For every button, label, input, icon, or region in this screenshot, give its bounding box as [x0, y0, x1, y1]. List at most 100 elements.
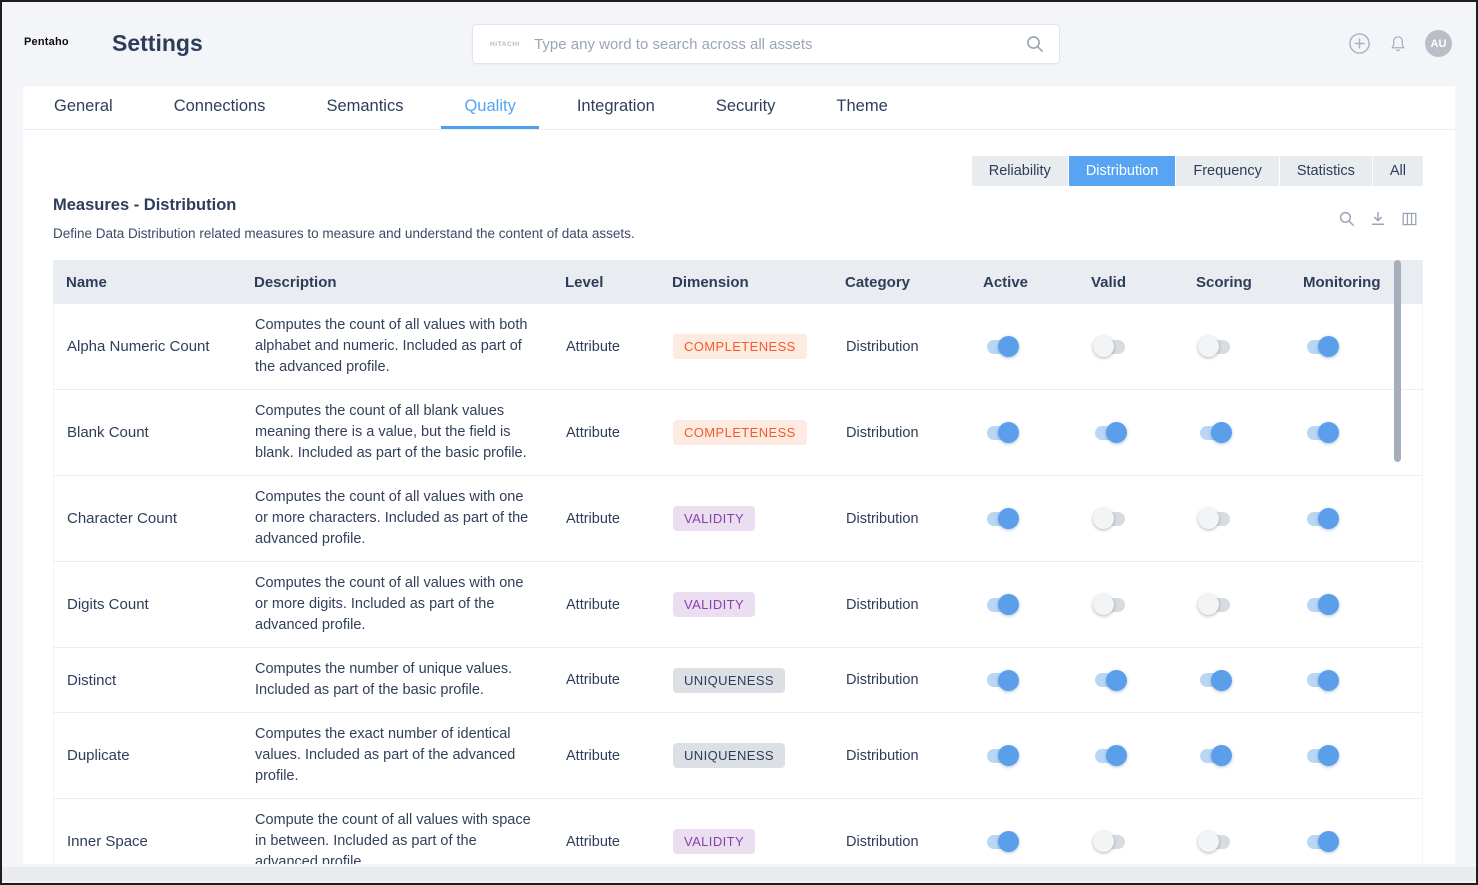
scoring-toggle[interactable] [1200, 673, 1230, 687]
search-icon[interactable] [1338, 210, 1356, 228]
table-body: Alpha Numeric Count Computes the count o… [53, 304, 1423, 864]
measure-level: Attribute [566, 672, 673, 688]
measure-row-blank-count: Blank Count Computes the count of all bl… [53, 390, 1423, 476]
column-header-category: Category [845, 274, 980, 291]
tab-integration[interactable]: Integration [554, 86, 678, 129]
measure-dimension: COMPLETENESS [673, 420, 846, 445]
toggle-knob [998, 670, 1019, 691]
download-icon[interactable] [1369, 210, 1387, 228]
column-header-level: Level [565, 274, 672, 291]
valid-toggle[interactable] [1095, 340, 1125, 354]
vertical-scrollbar-thumb[interactable] [1394, 260, 1401, 462]
measure-category: Distribution [846, 597, 981, 613]
valid-toggle[interactable] [1095, 426, 1125, 440]
toggle-knob [1211, 745, 1232, 766]
toggle-knob [1211, 670, 1232, 691]
valid-toggle[interactable] [1095, 749, 1125, 763]
scoring-toggle[interactable] [1200, 749, 1230, 763]
measure-name: Distinct [54, 672, 255, 689]
measure-dimension: VALIDITY [673, 829, 846, 854]
measure-name: Inner Space [54, 833, 255, 850]
measure-name: Character Count [54, 510, 255, 527]
toggle-knob [998, 336, 1019, 357]
active-toggle[interactable] [987, 673, 1017, 687]
toggle-knob [1198, 508, 1219, 529]
valid-toggle[interactable] [1095, 835, 1125, 849]
toggle-knob [998, 831, 1019, 852]
dimension-badge: VALIDITY [673, 506, 755, 531]
filter-distribution[interactable]: Distribution [1069, 156, 1176, 186]
search-input[interactable] [534, 36, 1025, 53]
active-toggle[interactable] [987, 512, 1017, 526]
monitoring-toggle[interactable] [1307, 749, 1337, 763]
filter-reliability[interactable]: Reliability [972, 156, 1068, 186]
monitoring-toggle[interactable] [1307, 426, 1337, 440]
valid-toggle[interactable] [1095, 512, 1125, 526]
bell-icon[interactable] [1388, 33, 1408, 55]
global-search: HITACHI [472, 24, 1060, 64]
measure-category: Distribution [846, 748, 981, 764]
tab-theme[interactable]: Theme [813, 86, 910, 129]
page-header: Pentaho Settings HITACHI AU [2, 2, 1476, 86]
toggle-knob [1318, 745, 1339, 766]
measure-category: Distribution [846, 511, 981, 527]
measure-description: Computes the count of all values with bo… [255, 315, 566, 378]
active-toggle[interactable] [987, 835, 1017, 849]
filter-all[interactable]: All [1373, 156, 1423, 186]
horizontal-scrollbar-track[interactable] [2, 867, 1476, 881]
measure-level: Attribute [566, 597, 673, 613]
tab-general[interactable]: General [31, 86, 136, 129]
search-icon[interactable] [1025, 34, 1045, 54]
toggle-knob [1318, 594, 1339, 615]
measure-category: Distribution [846, 425, 981, 441]
filter-statistics[interactable]: Statistics [1280, 156, 1372, 186]
scoring-toggle[interactable] [1200, 598, 1230, 612]
plus-circle-icon[interactable] [1348, 32, 1371, 55]
columns-icon[interactable] [1400, 210, 1419, 228]
measure-description: Computes the count of all values with on… [255, 487, 566, 550]
measure-row-alpha-numeric-count: Alpha Numeric Count Computes the count o… [53, 304, 1423, 390]
toggle-knob [1106, 422, 1127, 443]
toggle-knob [1198, 336, 1219, 357]
active-toggle[interactable] [987, 749, 1017, 763]
measure-category: Distribution [846, 672, 981, 688]
monitoring-toggle[interactable] [1307, 673, 1337, 687]
header-actions: AU [1348, 30, 1452, 57]
measure-category: Distribution [846, 339, 981, 355]
measure-dimension: UNIQUENESS [673, 668, 846, 693]
measure-dimension: VALIDITY [673, 506, 846, 531]
table-toolbar [1338, 210, 1419, 228]
measure-level: Attribute [566, 748, 673, 764]
tab-security[interactable]: Security [693, 86, 799, 129]
scoring-toggle[interactable] [1200, 835, 1230, 849]
toggle-knob [1106, 745, 1127, 766]
dimension-badge: UNIQUENESS [673, 668, 785, 693]
hitachi-logo: HITACHI [490, 41, 520, 48]
toggle-knob [1093, 336, 1114, 357]
monitoring-toggle[interactable] [1307, 340, 1337, 354]
valid-toggle[interactable] [1095, 673, 1125, 687]
tab-quality[interactable]: Quality [441, 86, 538, 129]
monitoring-toggle[interactable] [1307, 512, 1337, 526]
scoring-toggle[interactable] [1200, 512, 1230, 526]
active-toggle[interactable] [987, 598, 1017, 612]
monitoring-toggle[interactable] [1307, 598, 1337, 612]
measure-level: Attribute [566, 339, 673, 355]
page-title: Settings [112, 30, 203, 57]
scoring-toggle[interactable] [1200, 426, 1230, 440]
measure-description: Computes the count of all blank values m… [255, 401, 566, 464]
valid-toggle[interactable] [1095, 598, 1125, 612]
filter-frequency[interactable]: Frequency [1176, 156, 1279, 186]
user-avatar[interactable]: AU [1425, 30, 1452, 57]
measure-level: Attribute [566, 511, 673, 527]
toggle-knob [1318, 422, 1339, 443]
measure-row-distinct: Distinct Computes the number of unique v… [53, 648, 1423, 713]
tab-semantics[interactable]: Semantics [303, 86, 426, 129]
measure-level: Attribute [566, 834, 673, 850]
active-toggle[interactable] [987, 340, 1017, 354]
monitoring-toggle[interactable] [1307, 835, 1337, 849]
scoring-toggle[interactable] [1200, 340, 1230, 354]
tab-connections[interactable]: Connections [151, 86, 289, 129]
column-header-name: Name [53, 274, 254, 291]
active-toggle[interactable] [987, 426, 1017, 440]
